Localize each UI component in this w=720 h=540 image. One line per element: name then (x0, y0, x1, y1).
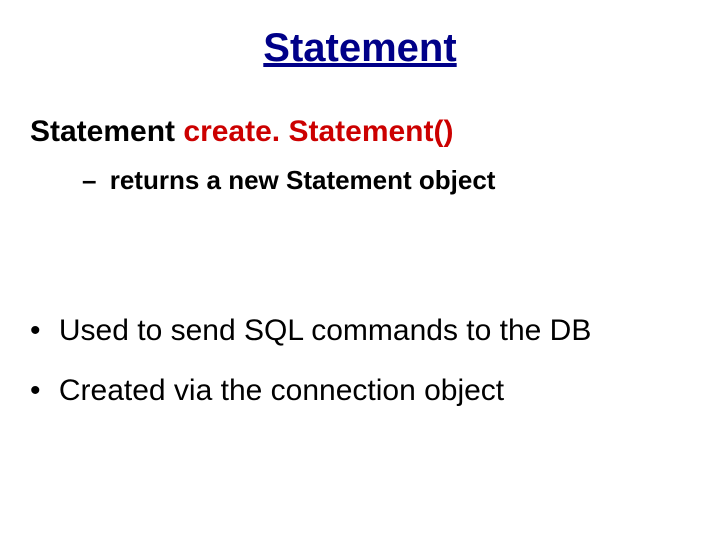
bullet-text: Created via the connection object (59, 374, 504, 407)
method-name: create. Statement() (183, 115, 453, 148)
list-item: • Used to send SQL commands to the DB (30, 314, 696, 348)
bullet-text: Used to send SQL commands to the DB (59, 314, 592, 347)
bullet-icon: • (30, 314, 41, 347)
sub-bullet: – returns a new Statement object (82, 165, 696, 196)
list-item: • Created via the connection object (30, 374, 696, 408)
bullet-list: • Used to send SQL commands to the DB • … (30, 314, 696, 408)
bullet-icon: • (30, 374, 41, 407)
dash-icon: – (82, 165, 96, 195)
sub-bullet-text: returns a new Statement object (110, 165, 496, 195)
slide-title: Statement (24, 26, 696, 71)
return-type: Statement (30, 115, 175, 148)
method-signature: Statement create. Statement() (30, 115, 696, 149)
slide: Statement Statement create. Statement() … (0, 0, 720, 540)
